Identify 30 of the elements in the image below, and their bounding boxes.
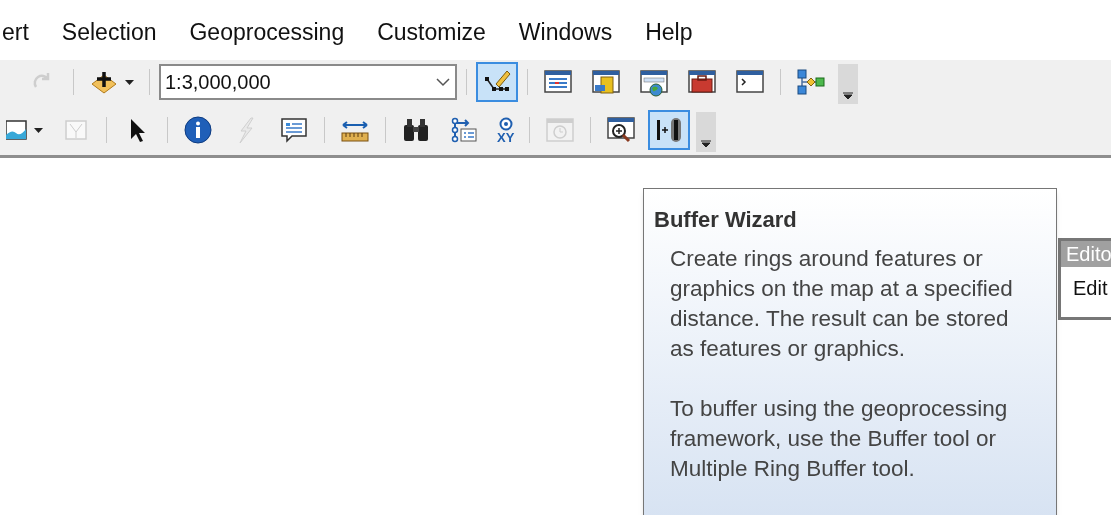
file-cabinet-icon <box>591 67 621 97</box>
menu-item[interactable]: Customize <box>377 14 486 50</box>
tooltip-text: To buffer using the geoprocessing framework, use the Buffer tool or Multiple Ring Buffer tool. <box>670 395 1009 483</box>
menu-item[interactable]: Help <box>645 14 693 50</box>
route-list-icon <box>449 115 479 145</box>
tooltip-text: Create rings around features or graphics on the map at a specified distance. The result can be stored as features or graphics. <box>670 245 1014 363</box>
toolbar-button[interactable]: XY <box>491 110 521 150</box>
clock-window-icon <box>545 115 576 145</box>
panel-title: Edito <box>1061 241 1111 267</box>
globe-window-icon <box>639 67 669 97</box>
menu-item[interactable]: ert <box>2 14 29 50</box>
scale-field[interactable]: 1:3,000,000 <box>159 64 457 100</box>
chevron-down-icon <box>435 77 451 87</box>
model-diagram-icon <box>796 67 826 97</box>
menu-item[interactable]: Edit <box>1061 267 1111 303</box>
toolbar-overflow-button[interactable] <box>838 64 858 104</box>
tooltip-title: Buffer Wizard <box>654 206 798 234</box>
chevron-down-icon <box>843 92 853 100</box>
zoom-window-icon <box>606 115 637 145</box>
toolbar-button[interactable] <box>476 62 518 102</box>
caret-icon <box>125 79 134 85</box>
speech-balloon-icon <box>279 115 309 145</box>
toolbar-button[interactable] <box>648 110 691 150</box>
chevron-down-icon <box>701 140 712 148</box>
menu-item[interactable]: Windows <box>518 14 613 50</box>
info-icon <box>183 115 213 145</box>
caret-icon <box>34 127 43 133</box>
toolbar-overflow-button[interactable] <box>696 112 717 152</box>
menu-item[interactable]: Geoprocessing <box>189 14 345 50</box>
menu-item[interactable]: Selection <box>61 14 157 50</box>
